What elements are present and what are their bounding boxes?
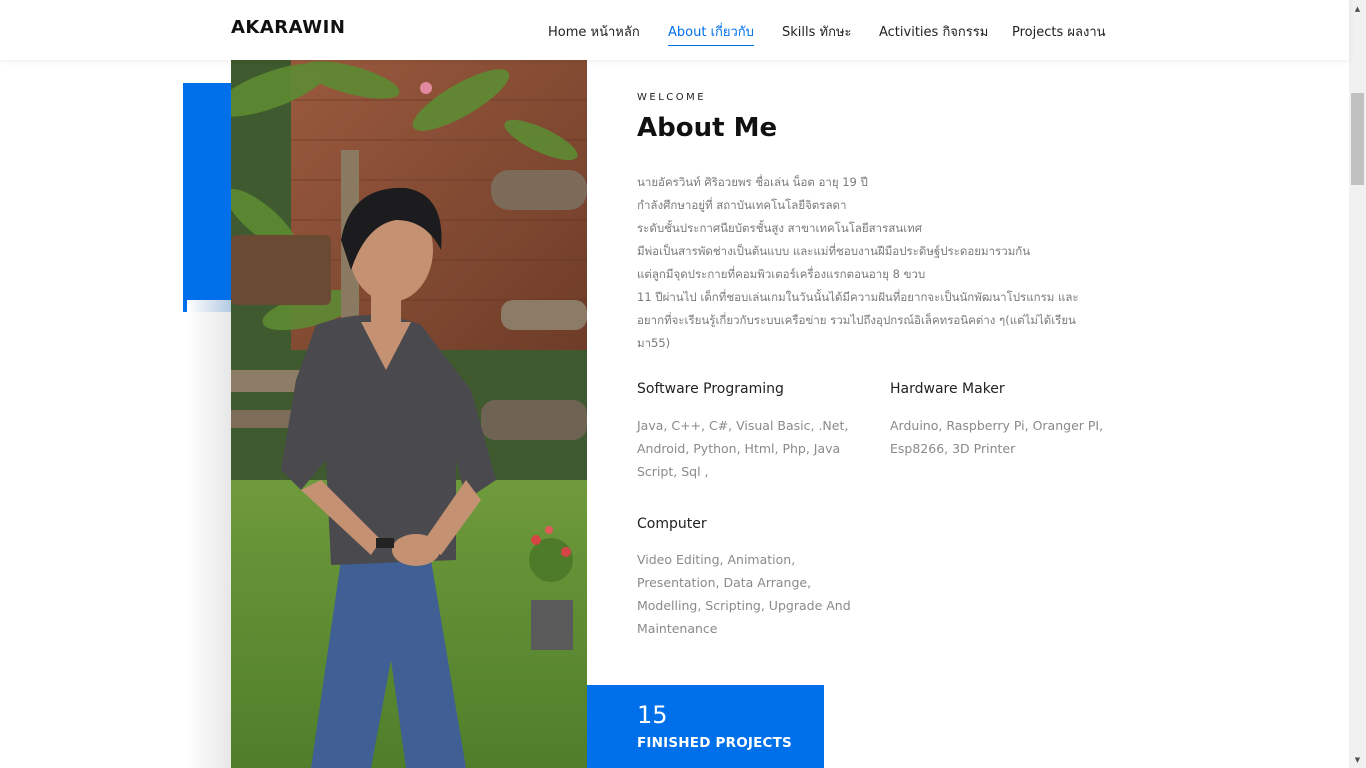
section-eyebrow: WELCOME (637, 92, 707, 103)
brand-logo[interactable]: AKARAWIN (231, 17, 345, 38)
nav-home[interactable]: Home หน้าหลัก (548, 21, 640, 42)
nav-about[interactable]: About เกี่ยวกับ (668, 21, 754, 46)
accent-block (183, 83, 231, 312)
bio-line: กำลังศึกษาอยู่ที่ สถาบันเทคโนโลยีจิตรลดา (637, 198, 847, 212)
bio-text: นายอัครวินท์ ศิริอวยพร ชื่อเล่น น็อต อาย… (637, 171, 1107, 355)
bio-line: มีพ่อเป็นสารพัดช่างเป็นต้นแบบ และแม่ที่ช… (637, 244, 1031, 258)
bio-line: นายอัครวินท์ ศิริอวยพร ชื่อเล่น น็อต อาย… (637, 175, 868, 189)
skill-title-hardware: Hardware Maker (890, 381, 1005, 397)
navbar: AKARAWIN Home หน้าหลัก About เกี่ยวกับ S… (0, 0, 1349, 60)
photo-shadow (187, 300, 231, 768)
bio-line: แต่ลูกมีจุดประกายที่คอมพิวเตอร์เครื่องแร… (637, 267, 926, 281)
scroll-up-icon[interactable]: ▲ (1349, 0, 1366, 17)
skill-body-hardware: Arduino, Raspberry Pi, Oranger PI, Esp82… (890, 418, 1104, 456)
skill-title-software: Software Programing (637, 381, 784, 397)
skill-title-computer: Computer (637, 516, 707, 532)
skill-body-computer: Video Editing, Animation, Presentation, … (637, 552, 851, 636)
finished-projects-stat: 15 FINISHED PROJECTS (587, 685, 824, 768)
bio-line: อยากที่จะเรียนรู้เกี่ยวกับระบบเครือข่าย … (637, 313, 1076, 327)
bio-line: มา55) (637, 336, 671, 350)
nav-activities[interactable]: Activities กิจกรรม (879, 21, 988, 42)
page-title: About Me (637, 113, 778, 143)
page-scrollbar[interactable]: ▲ ▼ (1349, 0, 1366, 768)
stat-number: 15 (637, 701, 668, 729)
nav-skills[interactable]: Skills ทักษะ (782, 21, 852, 42)
scroll-thumb[interactable] (1351, 93, 1364, 185)
bio-line: ระดับชั้นประกาศนียบัตรชั้นสูง สาขาเทคโนโ… (637, 221, 923, 235)
nav-projects[interactable]: Projects ผลงาน (1012, 21, 1106, 42)
scroll-down-icon[interactable]: ▼ (1349, 751, 1366, 768)
bio-line: 11 ปีผ่านไป เด็กที่ชอบเล่นเกมในวันนั้นได… (637, 290, 1079, 304)
stat-label: FINISHED PROJECTS (637, 735, 792, 751)
skill-body-software: Java, C++, C#, Visual Basic, .Net, Andro… (637, 418, 849, 479)
profile-photo (231, 60, 587, 768)
